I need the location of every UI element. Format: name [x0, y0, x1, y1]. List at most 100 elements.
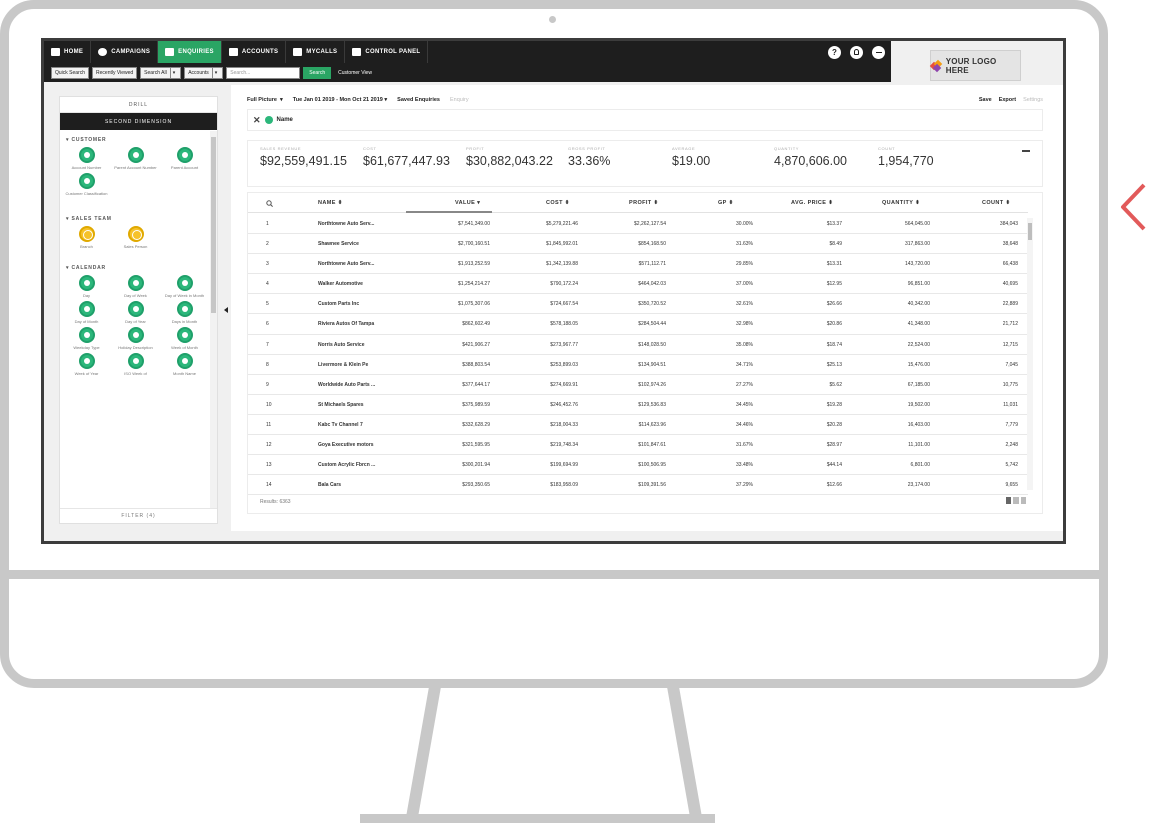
- customer-view-link[interactable]: Customer View: [338, 70, 372, 76]
- nav-home[interactable]: HOME: [44, 41, 92, 63]
- dimension-sidebar: DRILL SECOND DIMENSION ▾ CUSTOMER Account…: [59, 96, 218, 524]
- search-bar: Quick Search Recently Viewed Search All ▾…: [44, 63, 891, 82]
- search-input[interactable]: Search...: [226, 66, 301, 79]
- dimension-item[interactable]: Week of Year: [62, 353, 111, 376]
- table-row[interactable]: 5 Custom Parts Inc $1,075,307.06 $724,667.5…: [248, 294, 1028, 315]
- row-name: St Michaels Spares: [318, 401, 364, 408]
- kpi-sales-revenue: SALES REVENUE $92,559,491.15: [260, 146, 347, 168]
- table-row[interactable]: 8 Livermore & Klein Pe $388,803.54 $253,899…: [248, 355, 1028, 375]
- row-cell: 96,851.00: [907, 281, 930, 288]
- enquiry-link[interactable]: Enquiry: [450, 97, 469, 103]
- filter-tab[interactable]: FILTER (4): [60, 508, 217, 523]
- dimension-item[interactable]: Day of Week: [111, 275, 160, 298]
- row-cell: $790,172.24: [550, 281, 578, 288]
- table-row[interactable]: 11 Kabc Tv Channel 7 $332,628.29 $218,004.3…: [248, 415, 1028, 436]
- nav-enquiries[interactable]: ENQUIRIES: [158, 41, 222, 63]
- column-header-gp[interactable]: GP ⬍: [718, 200, 734, 206]
- export-button[interactable]: Export: [999, 97, 1016, 103]
- row-cell: $218,004.33: [550, 421, 578, 428]
- table-scrollbar[interactable]: [1027, 218, 1033, 490]
- table-row[interactable]: 7 Norris Auto Service $421,906.27 $273,967.…: [248, 335, 1028, 355]
- dimension-item[interactable]: Day of Month: [62, 301, 111, 324]
- row-cell: $100,506.95: [638, 462, 666, 469]
- nav-accounts[interactable]: ACCOUNTS: [222, 41, 287, 63]
- sidebar-scroll-thumb[interactable]: [211, 137, 216, 313]
- search-scope-select[interactable]: Search All ▾: [140, 66, 182, 79]
- date-range-dropdown[interactable]: Tue Jan 01 2019 - Mon Oct 21 2019 ▾: [293, 97, 387, 103]
- user-icon[interactable]: [850, 45, 863, 59]
- dimension-item[interactable]: Parent Account Number: [111, 147, 160, 170]
- view-toggle-icon[interactable]: [1006, 497, 1026, 504]
- dimension-item[interactable]: Weekday Type: [62, 327, 111, 350]
- dimension-item[interactable]: Month Name: [160, 353, 209, 376]
- table-row[interactable]: 10 St Michaels Spares $375,989.59 $246,452.…: [248, 395, 1028, 415]
- logout-icon[interactable]: [872, 45, 885, 59]
- nav-campaigns[interactable]: CAMPAIGNS: [91, 41, 159, 63]
- column-header-cost[interactable]: COST ⬍: [546, 200, 570, 206]
- sidebar-section-title[interactable]: ▾ SALES TEAM: [60, 210, 210, 226]
- table-row[interactable]: 1 Northtowne Auto Serv... $7,541,349.00 $5,…: [248, 214, 1028, 235]
- recently-viewed-button[interactable]: Recently Viewed: [92, 66, 138, 79]
- settings-button[interactable]: Settings: [1023, 97, 1043, 103]
- column-header-profit[interactable]: PROFIT ⬍: [629, 200, 659, 206]
- dimension-item[interactable]: ISO Week of: [111, 353, 160, 376]
- carousel-prev-arrow-icon[interactable]: [1118, 182, 1150, 232]
- dimension-item[interactable]: Day of Week in Month: [160, 275, 209, 298]
- row-cell: $274,669.91: [550, 381, 578, 388]
- table-row[interactable]: 6 Riviera Autos Of Tampa $862,602.49 $578,1…: [248, 314, 1028, 335]
- sidebar-section-title[interactable]: ▾ CALENDAR: [60, 259, 210, 275]
- column-header-value[interactable]: VALUE ▾: [455, 200, 480, 206]
- nav-mycalls[interactable]: MYCALLS: [286, 41, 346, 63]
- kpi-cost: COST $61,677,447.93: [363, 146, 450, 168]
- dimension-label: Day of Month: [74, 319, 99, 324]
- column-header-quantity[interactable]: QUANTITY ⬍: [882, 200, 920, 206]
- row-cell: 66,438: [1002, 261, 1018, 268]
- kpi-count: COUNT 1,954,770: [878, 146, 934, 168]
- dimension-item[interactable]: Parent Account: [160, 147, 209, 170]
- sidebar-scrollbar[interactable]: [210, 131, 217, 508]
- table-row[interactable]: 4 Walker Automotive $1,254,214.27 $790,172.…: [248, 274, 1028, 295]
- close-icon[interactable]: ✕: [253, 115, 261, 126]
- column-header-name[interactable]: NAME ⬍: [318, 200, 343, 206]
- dimension-item[interactable]: Account Number: [62, 147, 111, 170]
- row-index: 6: [266, 321, 269, 328]
- second-dimension-tab[interactable]: SECOND DIMENSION: [60, 113, 217, 130]
- dimension-item[interactable]: Days in Month: [160, 301, 209, 324]
- table-row[interactable]: 3 Northtowne Auto Serv... $1,913,252.59 $1,…: [248, 254, 1028, 275]
- save-button[interactable]: Save: [979, 97, 992, 103]
- table-row[interactable]: 12 Goya Executive motors $321,595.95 $219,7…: [248, 435, 1028, 456]
- table-scroll-thumb[interactable]: [1028, 223, 1032, 240]
- row-cell: $273,967.77: [550, 341, 578, 348]
- table-row[interactable]: 13 Custom Acrylic Fbrcn ... $300,201.94 $19…: [248, 455, 1028, 476]
- drill-tab[interactable]: DRILL: [60, 97, 217, 113]
- dimension-label: Week of Year: [74, 371, 99, 376]
- table-row[interactable]: 14 Bala Cars $293,350.65 $183,958.09 $109,39…: [248, 475, 1028, 496]
- dimension-item[interactable]: Day: [62, 275, 111, 298]
- row-name: Custom Acrylic Fbrcn ...: [318, 462, 376, 469]
- dimension-item[interactable]: Customer Classification: [62, 173, 111, 196]
- help-icon[interactable]: ?: [828, 45, 841, 59]
- sidebar-section-title[interactable]: ▾ CUSTOMER: [60, 131, 210, 147]
- dimension-item[interactable]: Holiday Description: [111, 327, 160, 350]
- row-cell: $321,595.95: [462, 442, 490, 449]
- dimension-item[interactable]: Day of Year: [111, 301, 160, 324]
- dimension-item[interactable]: Branch: [62, 226, 111, 249]
- search-icon[interactable]: [266, 200, 273, 209]
- search-entity-select[interactable]: Accounts ▾: [184, 66, 224, 79]
- table-row[interactable]: 9 Worldwide Auto Parts ... $377,644.17 $274…: [248, 375, 1028, 395]
- row-cell: $377,644.17: [462, 381, 490, 388]
- kpi-profit: PROFIT $30,882,043.22: [466, 146, 553, 168]
- table-row[interactable]: 2 Shawnee Service $2,700,160.51 $1,845,992.…: [248, 234, 1028, 255]
- nav-control-panel[interactable]: CONTROL PANEL: [345, 41, 429, 63]
- quick-search-button[interactable]: Quick Search: [51, 66, 90, 79]
- dimension-item[interactable]: Week of Month: [160, 327, 209, 350]
- column-header-avg-price[interactable]: AVG. PRICE ⬍: [791, 200, 833, 206]
- column-header-count[interactable]: COUNT ⬍: [982, 200, 1011, 206]
- search-button[interactable]: Search: [303, 66, 332, 79]
- minimize-icon[interactable]: [1022, 150, 1030, 152]
- kpi-value: $30,882,043.22: [466, 154, 553, 168]
- full-picture-dropdown[interactable]: Full Picture ▾: [247, 97, 283, 103]
- saved-enquiries-link[interactable]: Saved Enquiries: [397, 97, 440, 103]
- collapse-sidebar-icon[interactable]: [224, 307, 228, 313]
- dimension-item[interactable]: Sales Person: [111, 226, 160, 249]
